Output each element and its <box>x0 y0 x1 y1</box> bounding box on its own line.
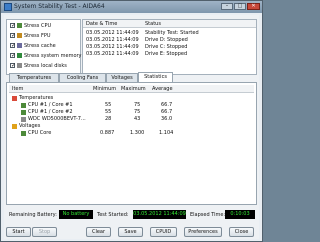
status-bar: Remaining Battery: No battery Test Start… <box>4 209 259 221</box>
checkbox-box[interactable]: ✓ <box>10 62 17 69</box>
preferences-button[interactable]: Preferences <box>184 227 222 237</box>
column-header-average[interactable]: Average <box>152 86 173 92</box>
log-header: Date & Time Status <box>83 20 256 28</box>
item-label: WDC WD5000BEVT-7... <box>28 116 86 122</box>
cache-icon <box>17 43 22 48</box>
tab-statistics[interactable]: Statistics <box>138 72 173 82</box>
log-status: Drive E: Stopped <box>145 51 188 57</box>
log-row[interactable]: 03.05.2012 11:44:09 Drive C: Stopped <box>83 43 256 50</box>
group-row-voltages[interactable]: Voltages <box>9 123 254 130</box>
test-started-label: Test Started: <box>97 212 129 218</box>
table-row[interactable]: WDC WD5000BEVT-7... 28 43 36.0 <box>9 116 254 123</box>
table-row[interactable]: CPU Core 0.887 1.300 1.104 <box>9 130 254 137</box>
start-button[interactable]: Start <box>6 227 31 237</box>
checkbox-box[interactable]: ✓ <box>10 42 17 49</box>
battery-label: Remaining Battery: <box>9 212 57 218</box>
checkbox-label: Stress cache <box>24 43 56 49</box>
min-value: 55 <box>105 102 112 108</box>
elapsed-time-value: 0:10:03 <box>225 210 255 219</box>
max-value: 75 <box>134 109 141 115</box>
checkbox-label: Stress CPU <box>24 23 52 29</box>
clear-button[interactable]: Clear <box>86 227 111 237</box>
min-value: 0.887 <box>100 130 115 136</box>
log-row[interactable]: 03.05.2012 11:44:09 Drive E: Stopped <box>83 50 256 57</box>
column-header-datetime[interactable]: Date & Time <box>86 21 117 27</box>
table-row[interactable]: CPU #1 / Core #2 55 75 66.7 <box>9 109 254 116</box>
statistics-header: Item Minimum Maximum Average <box>9 85 254 93</box>
cpu-icon <box>17 23 22 28</box>
column-header-status[interactable]: Status <box>145 21 161 27</box>
stability-test-window: System Stability Test - AIDA64 – □ ✕ ✓ S… <box>0 0 263 242</box>
checkbox-label: Stress system memory <box>24 53 82 59</box>
checkbox-label: Stress local disks <box>24 63 67 69</box>
log-row[interactable]: 03.05.2012 11:44:09 Drive D: Stopped <box>83 36 256 43</box>
check-mark-icon: ✓ <box>11 52 17 59</box>
statistics-panel: Item Minimum Maximum Average Temperature… <box>6 82 257 205</box>
checkbox-box[interactable]: ✓ <box>10 32 17 39</box>
disk-icon <box>21 117 26 122</box>
group-label: Temperatures <box>19 95 54 101</box>
item-label: CPU Core <box>28 130 52 136</box>
stress-memory-checkbox[interactable]: ✓ Stress system memory <box>9 52 82 60</box>
log-datetime: 03.05.2012 11:44:09 <box>86 51 139 57</box>
tab-temperatures[interactable]: Temperatures <box>9 73 59 82</box>
column-header-minimum[interactable]: Minimum <box>93 86 116 92</box>
column-header-item[interactable]: Item <box>12 86 23 92</box>
stress-cpu-checkbox[interactable]: ✓ Stress CPU <box>9 22 81 30</box>
check-mark-icon: ✓ <box>11 32 17 39</box>
check-mark-icon: ✓ <box>11 42 17 49</box>
stop-button[interactable]: Stop <box>32 227 57 237</box>
voltage-icon <box>12 124 17 129</box>
maximize-button[interactable]: □ <box>234 3 246 10</box>
fpu-icon <box>17 33 22 38</box>
event-log[interactable]: Date & Time Status 03.05.2012 11:44:09 S… <box>82 19 257 75</box>
aida64-app-icon <box>4 3 12 11</box>
max-value: 75 <box>134 102 141 108</box>
avg-value: 36.0 <box>161 116 173 122</box>
tab-cooling-fans[interactable]: Cooling Fans <box>59 73 106 82</box>
tab-voltages[interactable]: Voltages <box>106 73 138 82</box>
item-label: CPU #1 / Core #2 <box>28 109 73 115</box>
disk-icon <box>17 63 22 68</box>
tab-bar: Temperatures Cooling Fans Voltages Stati… <box>9 72 249 82</box>
checkbox-box[interactable]: ✓ <box>10 22 17 29</box>
min-value: 55 <box>105 109 112 115</box>
cpuid-button[interactable]: CPUID <box>150 227 177 237</box>
close-button[interactable]: Close <box>229 227 254 237</box>
stress-fpu-checkbox[interactable]: ✓ Stress FPU <box>9 32 81 40</box>
memory-icon <box>17 53 22 58</box>
log-row[interactable]: 03.05.2012 11:44:09 Stability Test: Star… <box>83 29 256 36</box>
avg-value: 1.104 <box>159 130 174 136</box>
close-window-button[interactable]: ✕ <box>247 3 260 10</box>
max-value: 1.300 <box>130 130 145 136</box>
thermometer-icon <box>12 96 17 101</box>
group-label: Voltages <box>19 123 41 129</box>
avg-value: 66.7 <box>161 102 173 108</box>
stress-disks-checkbox[interactable]: ✓ Stress local disks <box>9 62 81 70</box>
check-mark-icon: ✓ <box>11 62 17 69</box>
column-header-maximum[interactable]: Maximum <box>121 86 146 92</box>
cpu-icon <box>21 131 26 136</box>
window-title: System Stability Test - AIDA64 <box>14 3 105 10</box>
client-area: ✓ Stress CPU ✓ Stress FPU ✓ Stress cache… <box>4 15 259 239</box>
minimize-button[interactable]: – <box>221 3 233 10</box>
item-label: CPU #1 / Core #1 <box>28 102 73 108</box>
cpu-icon <box>21 103 26 108</box>
elapsed-time-label: Elapsed Time: <box>190 212 226 218</box>
avg-value: 66.7 <box>161 109 173 115</box>
checkbox-box[interactable]: ✓ <box>10 52 17 59</box>
stress-cache-checkbox[interactable]: ✓ Stress cache <box>9 42 81 50</box>
group-row-temperatures[interactable]: Temperatures <box>9 95 254 102</box>
checkbox-label: Stress FPU <box>24 33 51 39</box>
min-value: 28 <box>105 116 112 122</box>
cpu-icon <box>21 110 26 115</box>
stress-options: ✓ Stress CPU ✓ Stress FPU ✓ Stress cache… <box>6 19 82 75</box>
save-button[interactable]: Save <box>118 227 143 237</box>
check-mark-icon: ✓ <box>11 22 17 29</box>
table-row[interactable]: CPU #1 / Core #1 55 75 66.7 <box>9 102 254 109</box>
max-value: 43 <box>134 116 141 122</box>
battery-value: No battery <box>59 210 93 219</box>
title-bar[interactable]: System Stability Test - AIDA64 – □ ✕ <box>1 1 262 13</box>
test-started-value: 03.05.2012 11:44:09 <box>133 210 186 219</box>
